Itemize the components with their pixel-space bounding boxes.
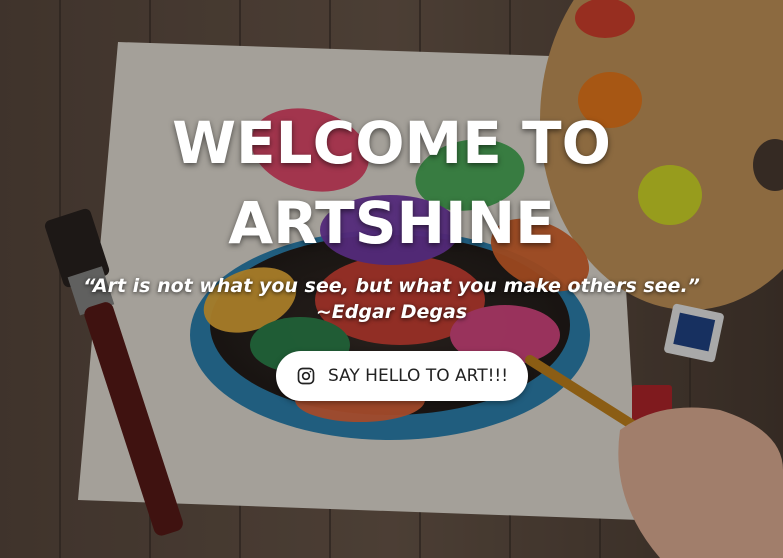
hero-quote-text: “Art is not what you see, but what you m… bbox=[83, 275, 700, 297]
instagram-icon bbox=[296, 366, 316, 386]
hero-content: WELCOME TO ARTSHINE “Art is not what you… bbox=[0, 0, 783, 558]
say-hello-button-label: SAY HELLO TO ART!!! bbox=[327, 366, 509, 386]
hero-section: WELCOME TO ARTSHINE “Art is not what you… bbox=[0, 0, 783, 558]
hero-title-line-2: ARTSHINE bbox=[228, 189, 555, 257]
hero-title-line-1: WELCOME TO bbox=[172, 109, 611, 177]
hero-quote-author: ~Edgar Degas bbox=[315, 301, 468, 323]
say-hello-button[interactable]: SAY HELLO TO ART!!! bbox=[276, 351, 528, 401]
